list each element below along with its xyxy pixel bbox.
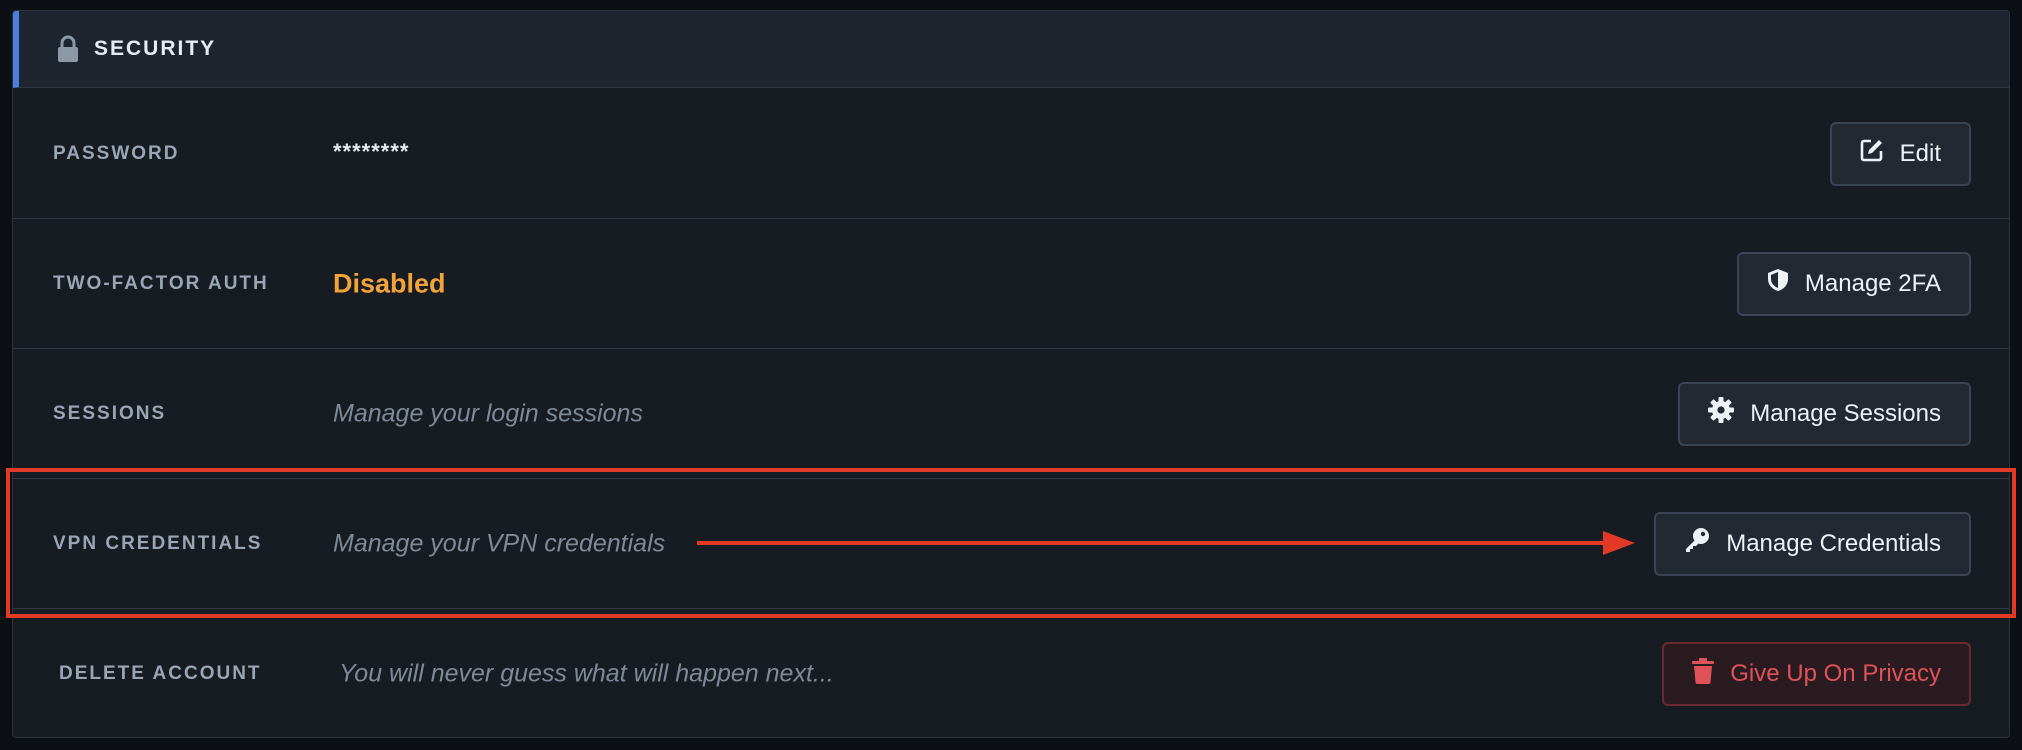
give-up-on-privacy-label: Give Up On Privacy [1730,660,1941,687]
sessions-description: Manage your login sessions [333,399,643,427]
edit-icon [1860,138,1900,169]
manage-credentials-button[interactable]: Manage Credentials [1654,511,1971,576]
lock-icon [57,35,79,63]
manage-2fa-button[interactable]: Manage 2FA [1736,251,1971,316]
section-title: SECURITY [94,37,217,60]
delete-account-label: DELETE ACCOUNT [59,663,262,684]
manage-credentials-label: Manage Credentials [1726,529,1941,557]
delete-account-description: You will never guess what will happen ne… [339,659,834,688]
trash-icon [1692,657,1730,691]
manage-sessions-label: Manage Sessions [1750,399,1941,427]
security-panel: SECURITY PASSWORD ******** Edit TWO-FACT… [12,10,2010,738]
two-factor-label: TWO-FACTOR AUTH [53,272,269,294]
edit-button-label: Edit [1899,139,1941,167]
vpn-credentials-label: VPN CREDENTIALS [53,532,263,554]
sessions-row: SESSIONS Manage your login sessions Mana… [13,349,2009,479]
password-row: PASSWORD ******** Edit [13,89,2009,219]
annotation-arrow [697,531,1635,555]
two-factor-status: Disabled [333,268,446,298]
give-up-on-privacy-button[interactable]: Give Up On Privacy [1662,642,1971,706]
gear-icon [1708,397,1750,430]
shield-icon [1767,268,1805,299]
key-icon [1684,527,1726,560]
delete-account-row: DELETE ACCOUNT You will never guess what… [13,609,2009,737]
sessions-label: SESSIONS [53,402,167,424]
vpn-credentials-description: Manage your VPN credentials [333,529,666,557]
password-value: ******** [333,138,410,164]
manage-2fa-label: Manage 2FA [1804,269,1941,297]
edit-password-button[interactable]: Edit [1829,121,1971,186]
security-header: SECURITY [13,11,2009,88]
two-factor-row: TWO-FACTOR AUTH Disabled Manage 2FA [13,219,2009,349]
manage-sessions-button[interactable]: Manage Sessions [1678,381,1971,446]
password-label: PASSWORD [53,142,180,164]
